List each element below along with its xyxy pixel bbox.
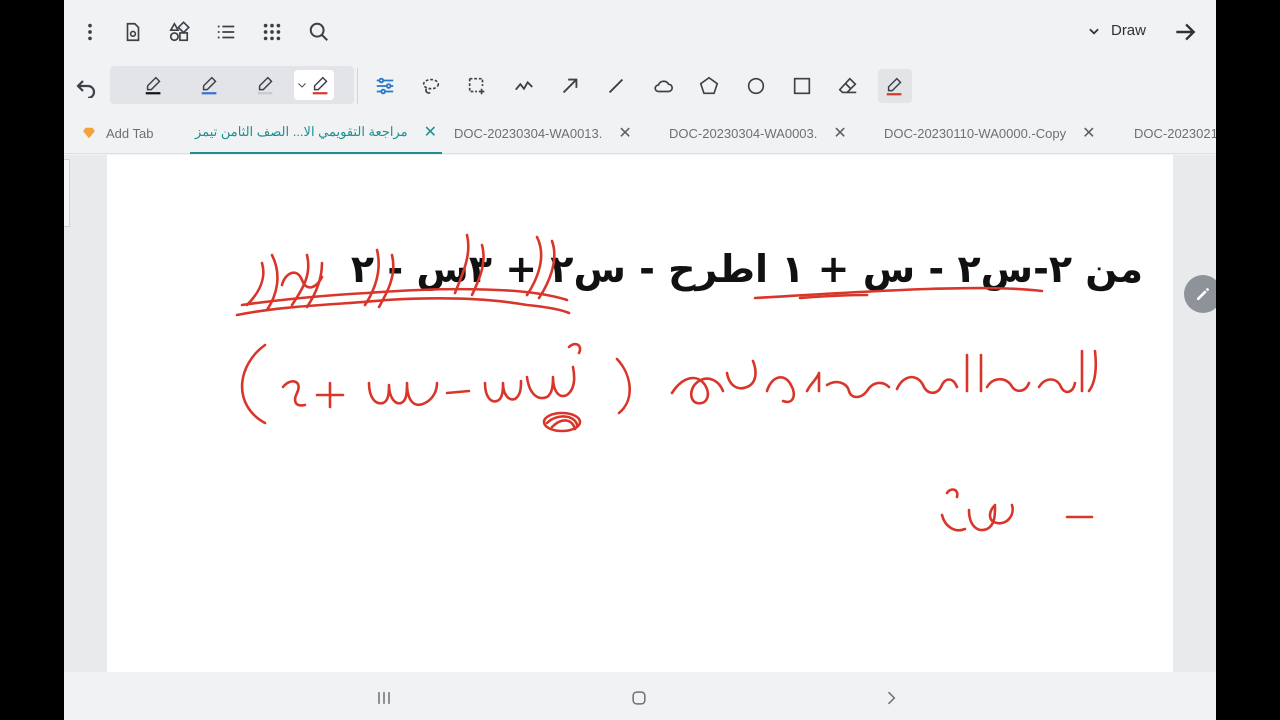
pen-gray-icon (257, 76, 273, 95)
tab-document[interactable]: DOC-20230110-WA0000.-Copy ✕ (884, 112, 1096, 154)
recent-apps-icon[interactable] (372, 686, 396, 710)
chevron-down-icon (1089, 28, 1099, 35)
ink-annotations (235, 233, 1098, 532)
document-page[interactable]: من ‎-‎٢س٢ ‎-‎ س + ١ اطرح ‎-‎ س٢ + ٣س ‎-‎… (107, 155, 1173, 672)
lasso-icon[interactable] (417, 72, 445, 100)
pen-black-icon (145, 76, 161, 95)
highlighter-icon[interactable] (878, 69, 912, 103)
square-icon[interactable] (788, 72, 816, 100)
tab-document[interactable]: DOC-20230304-WA0013. ✕ (454, 112, 632, 154)
doc-settings-icon[interactable] (119, 18, 147, 46)
close-icon[interactable]: ✕ (618, 123, 631, 143)
close-icon[interactable]: ✕ (1082, 123, 1095, 143)
mode-selector[interactable]: Draw (1087, 22, 1146, 39)
pen-black-button[interactable] (134, 70, 174, 100)
add-tab-button[interactable]: Add Tab (82, 112, 153, 154)
back-icon[interactable] (879, 686, 903, 710)
shapes-icon[interactable] (165, 18, 193, 46)
tab-label: DOC-20230304-WA0003. (669, 125, 818, 141)
tab-document[interactable]: DOC-20230304-WA0003. ✕ (669, 112, 847, 154)
adjust-icon[interactable] (371, 72, 399, 100)
more-vert-icon[interactable] (76, 18, 104, 46)
diamond-icon (83, 127, 95, 139)
pen-group (110, 66, 354, 104)
tab-bar: Add Tab مراجعة التقويمي الا... الصف الثا… (64, 112, 1216, 154)
top-toolbar: Draw (64, 12, 1216, 52)
arrow-forward-icon[interactable] (1172, 19, 1198, 45)
pen-blue-icon (201, 76, 217, 95)
pen-gray-button[interactable] (246, 70, 286, 100)
search-icon[interactable] (305, 18, 333, 46)
line-icon[interactable] (602, 72, 630, 100)
list-icon[interactable] (212, 18, 240, 46)
eraser-icon[interactable] (834, 72, 862, 100)
document-area[interactable]: من ‎-‎٢س٢ ‎-‎ س + ١ اطرح ‎-‎ س٢ + ٣س ‎-‎… (64, 155, 1216, 672)
select-area-icon[interactable] (463, 72, 491, 100)
close-icon[interactable]: ✕ (833, 123, 846, 143)
undo-icon[interactable] (74, 74, 100, 100)
draw-toolbar (64, 64, 1216, 104)
pen-red-icon (312, 76, 328, 95)
chevron-down-icon (298, 83, 306, 88)
cloud-icon[interactable] (649, 72, 677, 100)
mode-label: Draw (1110, 22, 1146, 39)
tab-document[interactable]: DOC-2023021 (1134, 112, 1216, 154)
tab-label: مراجعة التقويمي الا... الصف الثامن تيمز (195, 124, 408, 139)
home-icon[interactable] (627, 686, 651, 710)
circle-icon[interactable] (742, 72, 770, 100)
arrow-icon[interactable] (556, 72, 584, 100)
add-tab-label: Add Tab (106, 125, 154, 141)
side-panel-handle[interactable] (64, 159, 70, 227)
close-icon[interactable]: ✕ (424, 122, 437, 142)
pen-blue-button[interactable] (190, 70, 230, 100)
toolbar-divider (357, 68, 358, 104)
tablet-screen: Draw Add Tab مراجعة التقويمي الا... الصف… (64, 0, 1216, 720)
apps-grid-icon[interactable] (258, 18, 286, 46)
tab-label: DOC-2023021 (1134, 125, 1216, 141)
tab-document-active[interactable]: مراجعة التقويمي الا... الصف الثامن تيمز … (190, 112, 442, 154)
pen-red-button[interactable] (294, 70, 334, 100)
edit-fab-button[interactable] (1184, 275, 1216, 313)
system-nav-bar (64, 674, 1216, 720)
freeform-line-icon[interactable] (510, 72, 538, 100)
tab-label: DOC-20230304-WA0013. (454, 125, 603, 141)
pentagon-icon[interactable] (695, 72, 723, 100)
tab-label: DOC-20230110-WA0000.-Copy (884, 125, 1067, 141)
pencil-icon (1197, 288, 1209, 300)
